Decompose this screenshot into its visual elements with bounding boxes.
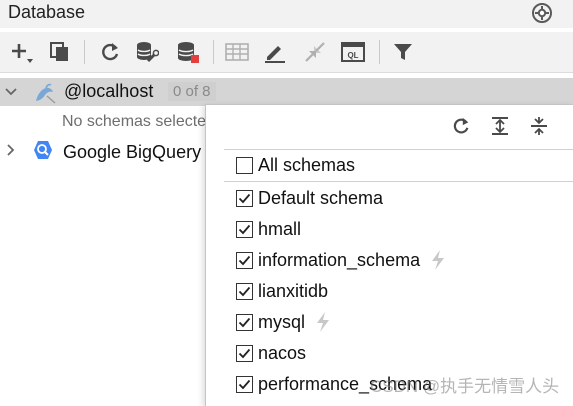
table-view-button[interactable] [224,39,250,65]
copy-icon [50,42,68,61]
lightning-icon [432,250,445,270]
localhost-label: @localhost [64,81,154,101]
schema-checkbox[interactable] [236,282,253,300]
refresh-icon [102,43,119,61]
all-schemas-checkbox[interactable] [236,156,253,174]
expand-all-button[interactable] [489,115,511,137]
duplicate-button[interactable] [47,39,73,65]
popup-toolbar [206,105,573,147]
watermark-text: CSDN @执手无情雪人头 [370,377,560,396]
checkmark-icon [238,317,251,327]
chevron-right-icon [7,144,15,156]
schema-label: Default schema [258,187,384,208]
bigquery-label[interactable]: Google BigQuery [63,142,201,163]
mysql-dolphin-icon [36,83,56,104]
checkmark-icon [238,348,251,358]
schema-checkbox[interactable] [236,375,253,393]
settings-target-icon[interactable] [531,2,553,24]
schema-label: hmall [258,218,302,239]
schema-checkbox[interactable] [236,251,253,269]
schema-option[interactable]: lianxitidb [236,278,328,304]
schema-option[interactable]: hmall [236,216,301,242]
toolbar-separator [213,40,214,64]
schema-option[interactable]: nacos [236,340,306,366]
schema-checkbox[interactable] [236,189,253,207]
schema-label: lianxitidb [258,280,329,301]
collapse-all-button[interactable] [528,115,550,137]
database-toolbar: QL [0,32,573,73]
arrow-jump-icon [305,42,325,62]
collapse-all-icon [531,117,547,135]
plus-icon [12,44,33,63]
schema-checkbox[interactable] [236,313,253,331]
lightning-icon [317,312,330,332]
no-schemas-selected-text: No schemas selecte [62,113,207,130]
pencil-icon [265,46,285,63]
table-icon [225,43,249,61]
checkmark-icon [238,379,251,389]
ql-console-icon: QL [341,42,365,62]
checkmark-icon [238,255,251,265]
filter-icon [394,44,412,60]
panel-title: Database [8,2,86,22]
popup-refresh-button[interactable] [450,115,472,137]
datasource-properties-button[interactable] [134,39,160,65]
refresh-button[interactable] [97,39,123,65]
tree-row-localhost[interactable]: @localhost 0 of 8 [0,78,573,106]
jump-to-source-button[interactable] [302,39,328,65]
all-schemas-label: All schemas [258,154,356,175]
popup-divider [224,181,573,182]
schema-option[interactable]: Default schema [236,185,383,211]
popup-divider [224,149,573,150]
schema-checkbox[interactable] [236,344,253,362]
schema-label: mysql [258,311,306,332]
edit-button[interactable] [262,39,288,65]
add-button[interactable] [8,39,34,65]
query-console-button[interactable]: QL [340,39,366,65]
database-wrench-icon [137,42,159,63]
toolbar-separator [84,40,85,64]
schema-selection-popup: All schemas Default schema hmall informati… [205,104,573,406]
schema-label: information_schema [258,249,421,270]
toolbar-separator [379,40,380,64]
expand-all-icon [492,117,508,135]
checkmark-icon [238,224,251,234]
database-stop-button[interactable] [175,39,201,65]
bigquery-icon [34,141,52,159]
schema-checkbox[interactable] [236,220,253,238]
chevron-down-icon [5,88,17,96]
svg-text:QL: QL [347,51,358,60]
filter-button[interactable] [390,39,416,65]
checkmark-icon [238,193,251,203]
schema-count-badge: 0 of 8 [168,82,216,101]
panel-header: Database [0,0,573,28]
refresh-icon [453,117,469,134]
all-schemas-option[interactable]: All schemas [236,152,355,178]
database-stop-icon [178,42,199,63]
checkmark-icon [238,286,251,296]
schema-option[interactable]: mysql [236,309,332,335]
schema-option[interactable]: information_schema [236,247,447,273]
schema-label: nacos [258,342,307,363]
